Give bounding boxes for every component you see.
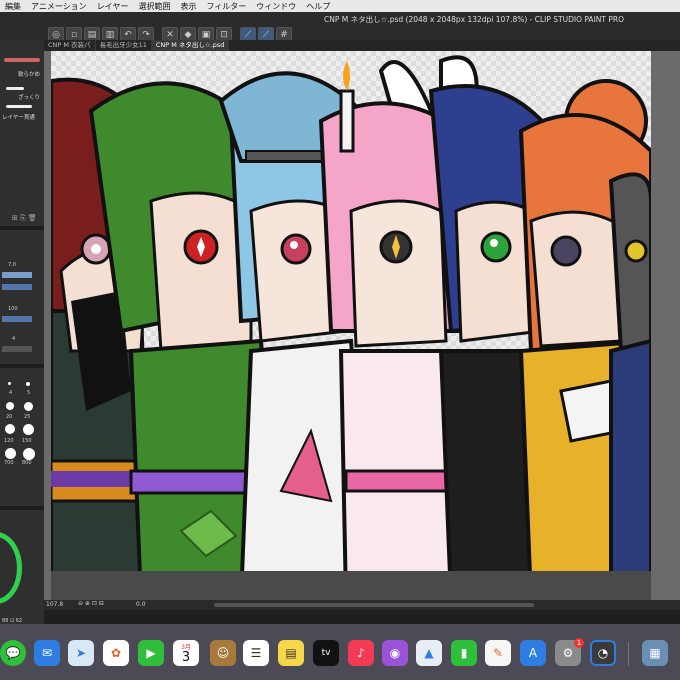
panel-divider: [0, 506, 44, 510]
apple-tv-icon[interactable]: tv: [313, 640, 339, 666]
angle-value[interactable]: 0.0: [136, 601, 146, 608]
opacity-slider[interactable]: [2, 316, 32, 322]
tab-document-active[interactable]: CNP M ネタ出し☆.psd: [151, 40, 230, 51]
brush-size-dot[interactable]: [6, 402, 14, 410]
menu-selection[interactable]: 選択範囲: [138, 1, 170, 12]
contacts-icon[interactable]: ☺: [210, 640, 236, 666]
color-wheel[interactable]: [0, 532, 22, 604]
brush-item-soft[interactable]: 軟らかめ: [4, 70, 40, 80]
brush-size-dot[interactable]: [23, 424, 34, 435]
clip-studio-icon[interactable]: ◔: [590, 640, 616, 666]
mail-icon[interactable]: ✉: [34, 640, 60, 666]
music-icon[interactable]: ♪: [348, 640, 374, 666]
zoom-value[interactable]: 107.8: [46, 601, 63, 608]
calendar-day: 3: [181, 650, 191, 665]
stockings: [51, 571, 651, 600]
messages-icon[interactable]: 💬: [0, 640, 26, 666]
panel-divider: [0, 226, 44, 230]
settings-badge: 1: [574, 638, 584, 648]
brush-item-rough[interactable]: ざっくり: [4, 93, 40, 103]
menu-filter[interactable]: フィルター: [206, 1, 246, 12]
brush-size-dot[interactable]: [26, 382, 30, 386]
keynote-icon[interactable]: ▲: [416, 640, 442, 666]
podcasts-icon[interactable]: ◉: [382, 640, 408, 666]
stabilizer-slider[interactable]: [2, 346, 32, 352]
dock-divider: [628, 642, 629, 666]
brush-stroke-preview: [6, 87, 24, 90]
numbers-icon[interactable]: ▮: [451, 640, 477, 666]
zoom-controls-icon[interactable]: ⊖ ⊕ ⊡ ⊟: [78, 600, 104, 607]
horizontal-scrollbar[interactable]: [214, 603, 534, 607]
tv-label: tv: [321, 648, 331, 658]
panel-divider: [0, 364, 44, 368]
tab-document-1[interactable]: CNP M 衣装パ: [44, 40, 96, 51]
brush-size-dot[interactable]: [8, 382, 11, 385]
brush-size-dot[interactable]: [5, 424, 15, 434]
menu-bar: 編集 アニメーション レイヤー 選択範囲 表示 フィルター ウィンドウ ヘルプ: [0, 0, 680, 12]
stabilizer-value[interactable]: 4: [12, 336, 15, 342]
brush-stroke-preview: [6, 105, 32, 108]
menu-animation[interactable]: アニメーション: [31, 1, 87, 12]
brush-size-label: 25: [24, 414, 31, 420]
menu-layer[interactable]: レイヤー: [97, 1, 129, 12]
brush-preview-stroke: [4, 58, 40, 62]
brush-item-layer-through[interactable]: レイヤー貫通: [0, 113, 44, 123]
facetime-icon[interactable]: ▶: [138, 640, 164, 666]
menu-view[interactable]: 表示: [180, 1, 196, 12]
tab-document-2[interactable]: 長毛出牙少女11: [96, 40, 152, 51]
drawing-canvas[interactable]: [51, 51, 651, 600]
brush-size-label: 700: [4, 460, 14, 466]
window-title: CNP M ネタ出し☆.psd (2048 x 2048px 132dpi 10…: [324, 15, 624, 24]
preview-icon[interactable]: ▦: [642, 640, 668, 666]
illustration: [51, 51, 651, 600]
brush-size-label: 20: [6, 414, 13, 420]
brush-size-value[interactable]: 7.0: [8, 262, 16, 268]
maps-icon[interactable]: ➤: [68, 640, 94, 666]
app-store-icon[interactable]: A: [520, 640, 546, 666]
brush-size-label: 150: [22, 438, 32, 444]
document-tab-bar: CNP M 衣装パ 長毛出牙少女11 CNP M ネタ出し☆.psd: [44, 40, 680, 51]
photos-icon[interactable]: ✿: [103, 640, 129, 666]
menu-window[interactable]: ウィンドウ: [256, 1, 296, 12]
brush-size-label: 800: [22, 460, 32, 466]
brush-size-label: 5: [27, 390, 31, 396]
brush-size-dot[interactable]: [5, 448, 16, 459]
left-panel: 軟らかめ ざっくり レイヤー貫通 ⊞ ⎘ 🗑 7.0 100 4 4 5 20 …: [0, 40, 44, 640]
brush-label: レイヤー貫通: [2, 115, 35, 121]
brush-label: 軟らかめ: [17, 72, 40, 78]
notes-icon[interactable]: ▤: [278, 640, 304, 666]
brush-size-slider[interactable]: [2, 272, 32, 278]
status-bar: 107.8 ⊖ ⊕ ⊡ ⊟ 0.0: [44, 600, 680, 610]
pages-icon[interactable]: ✎: [485, 640, 511, 666]
reminders-icon[interactable]: ☰: [243, 640, 269, 666]
calendar-icon[interactable]: 3月 3: [173, 640, 199, 666]
subtool-panel-icons[interactable]: ⊞ ⎘ 🗑: [12, 214, 37, 223]
menu-help[interactable]: ヘルプ: [306, 1, 330, 12]
menu-edit[interactable]: 編集: [5, 1, 21, 12]
opacity-value[interactable]: 100: [8, 306, 18, 312]
brush-shape-slider[interactable]: [2, 284, 32, 290]
brush-size-dot[interactable]: [23, 448, 35, 460]
brush-label: ざっくり: [17, 95, 40, 101]
character-grey-hair: [608, 172, 651, 600]
brush-size-label: 120: [4, 438, 14, 444]
brush-size-dot[interactable]: [24, 402, 33, 411]
brush-size-label: 4: [9, 390, 13, 396]
